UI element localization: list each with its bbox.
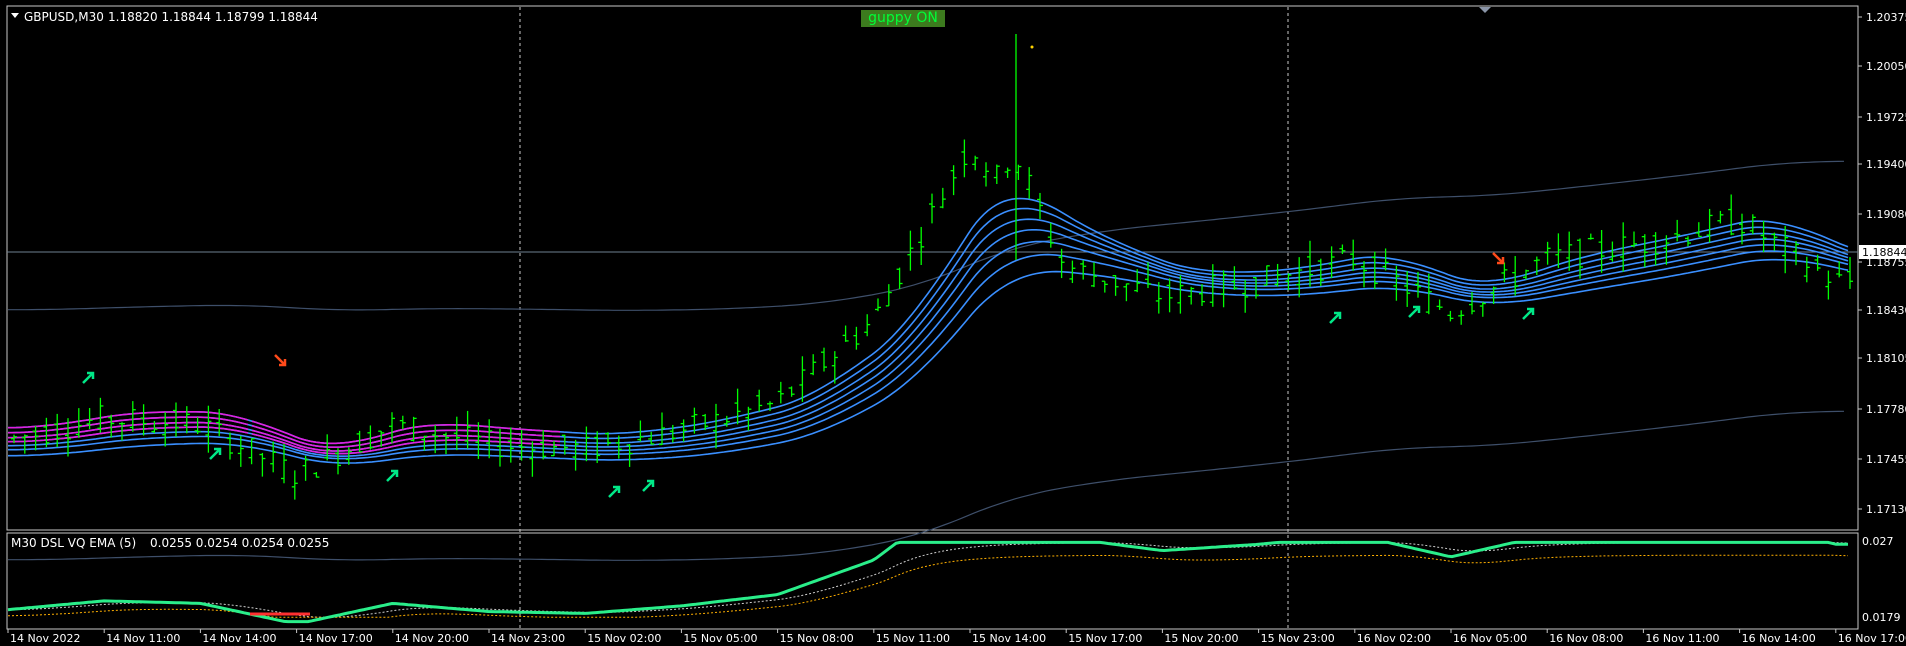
signal-arrows bbox=[82, 252, 1535, 498]
signal-line-dotted bbox=[7, 541, 1849, 618]
ema-ribbon-line bbox=[8, 240, 1849, 457]
time-tick-label: 15 Nov 11:00 bbox=[876, 632, 950, 645]
time-tick-label: 15 Nov 17:00 bbox=[1068, 632, 1142, 645]
sell-arrow-icon bbox=[274, 354, 287, 367]
price-tick-label: 1.17130 bbox=[1866, 503, 1906, 516]
arrow-shaft bbox=[386, 470, 398, 482]
time-tick-label: 16 Nov 14:00 bbox=[1742, 632, 1816, 645]
price-tick-label: 1.18430 bbox=[1866, 304, 1906, 317]
arrow-shaft bbox=[82, 372, 94, 384]
time-tick-label: 14 Nov 23:00 bbox=[491, 632, 565, 645]
chart-window[interactable]: 1.203751.200501.197251.194001.190801.187… bbox=[0, 0, 1906, 646]
price-tick-label: 1.20375 bbox=[1866, 11, 1906, 24]
symbol-label: GBPUSD,M30 bbox=[24, 10, 104, 24]
time-tick-label: 15 Nov 14:00 bbox=[972, 632, 1046, 645]
price-axis: 1.203751.200501.197251.194001.190801.187… bbox=[1858, 11, 1906, 516]
ema-ribbon-line bbox=[8, 197, 1849, 445]
price-tick-label: 1.19725 bbox=[1866, 111, 1906, 124]
arrow-shaft bbox=[209, 448, 221, 460]
sub-indicator-lines bbox=[7, 540, 1849, 624]
buy-arrow-icon bbox=[1408, 305, 1421, 318]
sell-arrow-icon bbox=[1492, 252, 1505, 265]
price-bars bbox=[11, 34, 1853, 500]
buy-arrow-icon bbox=[608, 485, 621, 498]
time-tick-label: 15 Nov 05:00 bbox=[683, 632, 757, 645]
time-tick-label: 14 Nov 2022 bbox=[10, 632, 80, 645]
time-axis: 14 Nov 2022 14 Nov 11:00 14 Nov 14:00 14 No… bbox=[7, 629, 1906, 645]
price-tick-label: 1.18105 bbox=[1866, 352, 1906, 365]
time-tick-label: 15 Nov 23:00 bbox=[1261, 632, 1335, 645]
buy-arrow-icon bbox=[209, 447, 222, 460]
chart-canvas[interactable]: 1.203751.200501.197251.194001.190801.187… bbox=[0, 0, 1906, 646]
time-tick-label: 14 Nov 17:00 bbox=[299, 632, 373, 645]
buy-arrow-icon bbox=[1522, 307, 1535, 320]
arrow-shaft bbox=[1492, 252, 1504, 264]
time-tick-label: 14 Nov 20:00 bbox=[395, 632, 469, 645]
arrow-shaft bbox=[274, 354, 286, 366]
arrow-shaft bbox=[1408, 306, 1420, 318]
sub-axis-bottom: 0.0179 bbox=[1862, 611, 1901, 624]
current-price-label: 1.18844 bbox=[1862, 246, 1906, 259]
price-tick-label: 1.20050 bbox=[1866, 60, 1906, 73]
buy-arrow-icon bbox=[1329, 311, 1342, 324]
ema-ribbon-line bbox=[8, 229, 1849, 455]
arrow-shaft bbox=[1329, 312, 1341, 324]
chart-shift-marker[interactable] bbox=[1479, 7, 1491, 13]
guppy-ribbon bbox=[8, 197, 1849, 464]
arrow-shaft bbox=[1522, 308, 1534, 320]
price-tick-label: 1.17780 bbox=[1866, 403, 1906, 416]
time-tick-label: 16 Nov 02:00 bbox=[1357, 632, 1431, 645]
time-tick-label: 14 Nov 11:00 bbox=[106, 632, 180, 645]
time-tick-label: 15 Nov 02:00 bbox=[587, 632, 661, 645]
time-tick-label: 16 Nov 11:00 bbox=[1645, 632, 1719, 645]
time-tick-label: 16 Nov 08:00 bbox=[1549, 632, 1623, 645]
sub-indicator-title: M30 DSL VQ EMA (5) bbox=[11, 536, 136, 550]
chart-menu-icon[interactable] bbox=[11, 13, 19, 18]
arrow-shaft bbox=[608, 486, 620, 498]
buy-arrow-icon bbox=[82, 371, 95, 384]
guppy-status-badge[interactable]: guppy ON bbox=[861, 10, 945, 27]
envelope-lines bbox=[8, 160, 1845, 561]
marker-dot bbox=[1030, 45, 1034, 49]
sub-indicator-values: 0.0255 0.0254 0.0254 0.0255 bbox=[150, 536, 329, 550]
price-tick-label: 1.17455 bbox=[1866, 453, 1906, 466]
time-tick-label: 15 Nov 20:00 bbox=[1164, 632, 1238, 645]
time-tick-label: 16 Nov 05:00 bbox=[1453, 632, 1527, 645]
ohlc-values: 1.18820 1.18844 1.18799 1.18844 bbox=[108, 10, 318, 24]
arrow-shaft bbox=[642, 480, 654, 492]
level-line-orange bbox=[8, 554, 1849, 618]
buy-arrow-icon bbox=[642, 479, 655, 492]
time-tick-label: 16 Nov 17:00 bbox=[1838, 632, 1906, 645]
price-tick-label: 1.19400 bbox=[1866, 158, 1906, 171]
time-tick-label: 14 Nov 14:00 bbox=[202, 632, 276, 645]
sub-axis-top: 0.027 bbox=[1862, 535, 1894, 548]
buy-arrow-icon bbox=[386, 469, 399, 482]
price-tick-label: 1.19080 bbox=[1866, 208, 1906, 221]
time-tick-label: 15 Nov 08:00 bbox=[780, 632, 854, 645]
